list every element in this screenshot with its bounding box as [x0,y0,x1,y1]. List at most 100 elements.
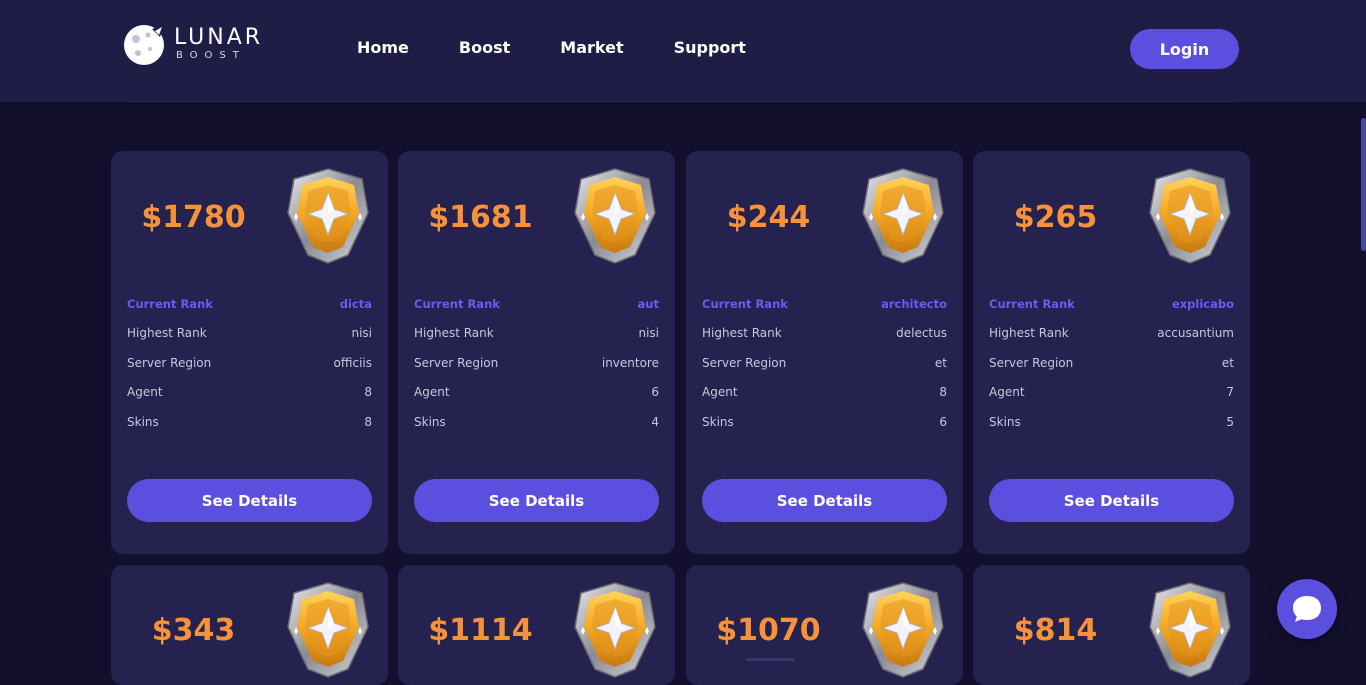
server-region-row: Server Region inventore [414,348,659,378]
highest-rank-value: nisi [351,326,372,341]
see-details-button[interactable]: See Details [414,479,659,522]
server-region-label: Server Region [702,355,787,370]
agent-label: Agent [414,385,450,400]
skins-label: Skins [127,414,159,429]
highest-rank-label: Highest Rank [989,326,1069,341]
gold-rank-badge-icon [573,167,657,265]
agent-row: Agent 6 [414,378,659,408]
nav-boost[interactable]: Boost [459,38,510,57]
skins-value: 6 [939,414,947,429]
nav-home[interactable]: Home [357,38,409,57]
skins-row: Skins 4 [414,407,659,437]
server-region-value: inventore [601,355,659,370]
listing-price: $343 [151,613,236,648]
login-button[interactable]: Login [1130,29,1239,69]
current-rank-value: aut [637,296,659,311]
agent-label: Agent [127,385,163,400]
scrollbar-thumb[interactable] [1361,118,1366,251]
skins-row: Skins 8 [127,407,372,437]
highest-rank-row: Highest Rank nisi [127,319,372,349]
moon-logo-icon [124,25,164,65]
gold-rank-badge-icon [286,167,370,265]
gold-rank-badge-icon [1148,581,1232,679]
skins-row: Skins 5 [989,407,1234,437]
nav-support[interactable]: Support [674,38,746,57]
current-rank-row: Current Rank dicta [127,289,372,319]
listing-price: $1070 [716,613,821,648]
highest-rank-label: Highest Rank [414,326,494,341]
listing-card: $1070 [686,565,963,685]
server-region-row: Server Region et [989,348,1234,378]
agent-row: Agent 8 [702,378,947,408]
listing-price: $244 [726,200,811,235]
listing-card: $1681 Current Rank aut Highest Rank nisi S… [398,151,675,554]
skins-label: Skins [702,414,734,429]
highest-rank-label: Highest Rank [702,326,782,341]
server-region-value: officiis [333,355,372,370]
skins-value: 4 [651,414,659,429]
highest-rank-label: Highest Rank [127,326,207,341]
listing-price: $265 [1013,200,1098,235]
current-rank-label: Current Rank [127,296,213,311]
brand-name: LUNAR [174,25,264,50]
current-rank-row: Current Rank explicabo [989,289,1234,319]
current-rank-value: dicta [339,296,372,311]
listing-card: $1780 Current Rank dicta Highest Rank nisi… [111,151,388,554]
gold-rank-badge-icon [286,581,370,679]
gold-rank-badge-icon [1148,167,1232,265]
listing-details: Current Rank aut Highest Rank nisi Server … [414,289,659,437]
server-region-label: Server Region [989,355,1074,370]
listing-price: $1681 [428,200,533,235]
highest-rank-value: accusantium [1157,326,1234,341]
agent-value: 8 [364,385,372,400]
agent-row: Agent 8 [127,378,372,408]
see-details-button[interactable]: See Details [127,479,372,522]
server-region-row: Server Region et [702,348,947,378]
listing-card: $1114 [398,565,675,685]
server-region-label: Server Region [414,355,499,370]
header-divider [128,101,1233,102]
see-details-button[interactable]: See Details [989,479,1234,522]
listing-card: $265 Current Rank explicabo Highest Rank a… [973,151,1250,554]
current-rank-row: Current Rank architecto [702,289,947,319]
listing-price: $1780 [141,200,246,235]
highest-rank-value: delectus [896,326,947,341]
current-rank-value: explicabo [1171,296,1234,311]
listing-price: $814 [1013,613,1098,648]
agent-value: 8 [939,385,947,400]
listing-details: Current Rank dicta Highest Rank nisi Serve… [127,289,372,437]
highest-rank-row: Highest Rank accusantium [989,319,1234,349]
listing-details: Current Rank explicabo Highest Rank accusa… [989,289,1234,437]
skins-row: Skins 6 [702,407,947,437]
gold-rank-badge-icon [861,167,945,265]
main-nav: Home Boost Market Support [357,38,796,57]
agent-row: Agent 7 [989,378,1234,408]
see-details-button[interactable]: See Details [702,479,947,522]
gold-rank-badge-icon [861,581,945,679]
server-region-row: Server Region officiis [127,348,372,378]
scrollbar[interactable] [1360,0,1366,661]
skins-label: Skins [414,414,446,429]
current-rank-label: Current Rank [414,296,500,311]
highest-rank-row: Highest Rank nisi [414,319,659,349]
listing-card: $343 [111,565,388,685]
brand-subname: BOOST [176,50,246,61]
highest-rank-row: Highest Rank delectus [702,319,947,349]
current-rank-label: Current Rank [702,296,788,311]
agent-value: 7 [1226,385,1234,400]
listing-card: $244 Current Rank architecto Highest Rank… [686,151,963,554]
nav-market[interactable]: Market [560,38,623,57]
skins-label: Skins [989,414,1021,429]
gold-rank-badge-icon [573,581,657,679]
agent-value: 6 [651,385,659,400]
current-rank-row: Current Rank aut [414,289,659,319]
chat-button[interactable] [1277,579,1337,639]
highest-rank-value: nisi [638,326,659,341]
brand-logo[interactable]: LUNAR BOOST [122,21,262,69]
current-rank-value: architecto [881,296,947,311]
current-rank-label: Current Rank [989,296,1075,311]
agent-label: Agent [702,385,738,400]
agent-label: Agent [989,385,1025,400]
server-region-value: et [934,355,947,370]
listing-price: $1114 [428,613,533,648]
